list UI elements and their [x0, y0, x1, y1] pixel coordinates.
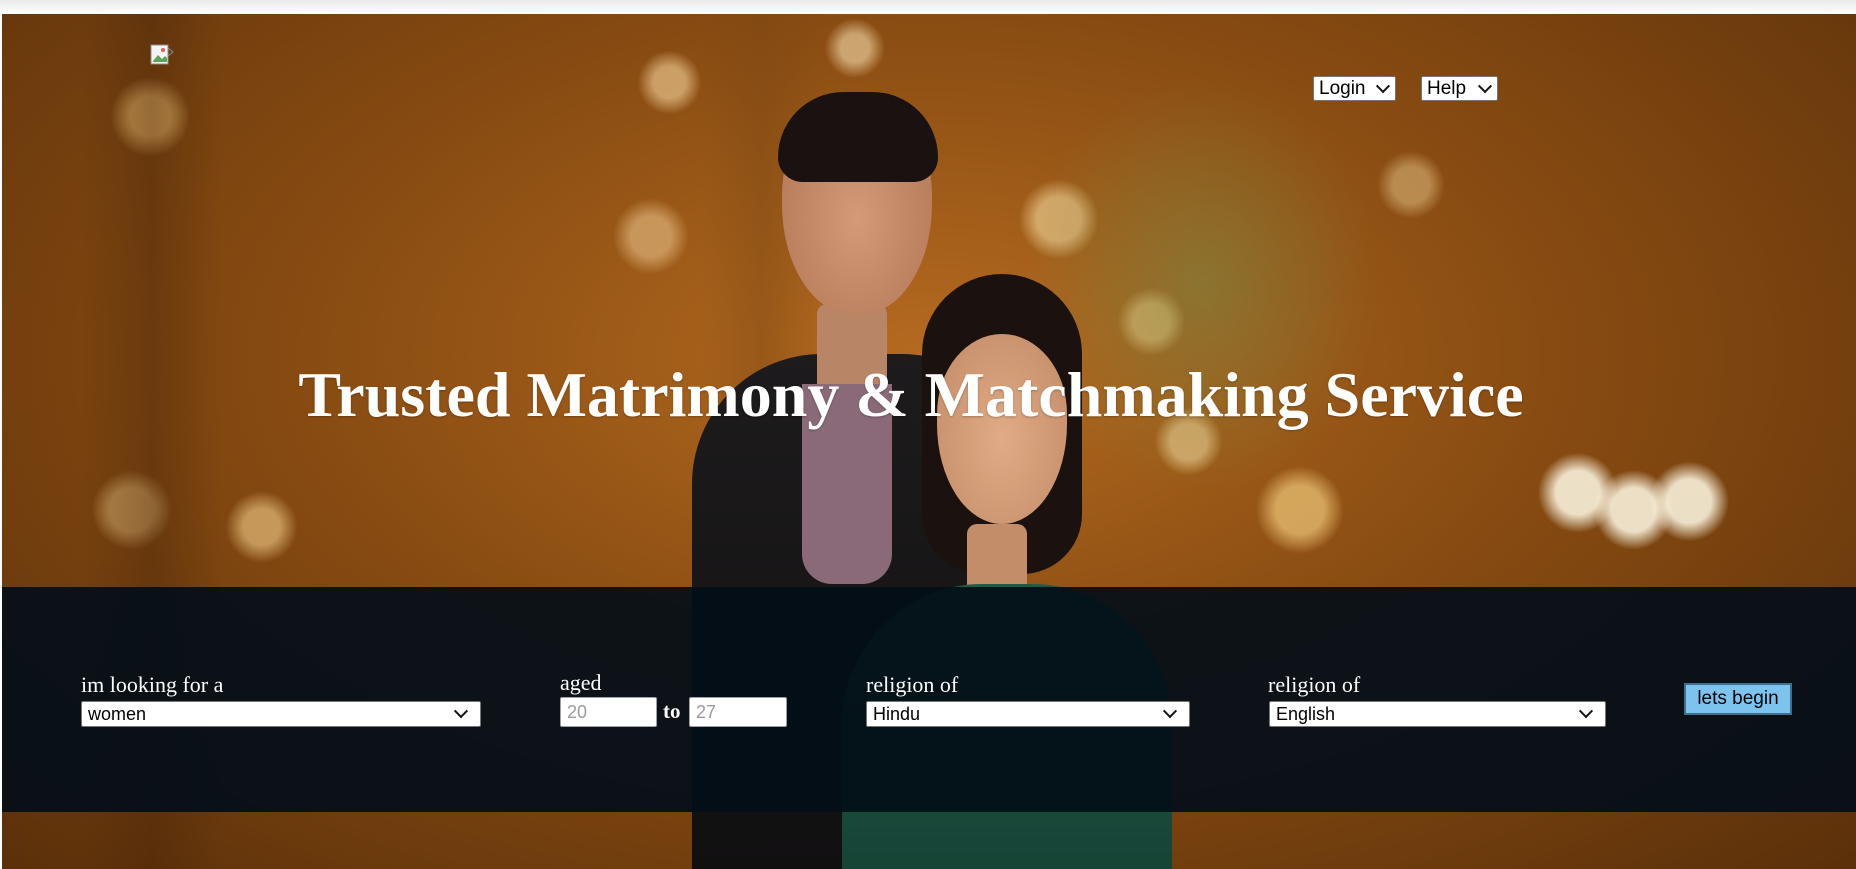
- age-to-input[interactable]: 27: [689, 697, 787, 727]
- religion-label: religion of: [866, 672, 959, 697]
- religion-select[interactable]: Hindu: [866, 701, 1190, 727]
- looking-for-label: im looking for a: [81, 672, 224, 697]
- chevron-down-icon: [1375, 78, 1391, 93]
- hero-headline: Trusted Matrimony & Matchmaking Service: [298, 359, 1524, 430]
- help-dropdown[interactable]: Help: [1421, 76, 1498, 101]
- language-value: English: [1276, 703, 1336, 724]
- chevron-down-icon: [1578, 704, 1594, 719]
- age-from-placeholder: 20: [567, 701, 588, 722]
- login-label: Login: [1319, 77, 1366, 99]
- looking-for-select[interactable]: women: [81, 701, 481, 727]
- chevron-down-icon: [453, 704, 469, 719]
- page-top-strip: [0, 0, 1856, 14]
- age-to-label: to: [663, 699, 681, 723]
- age-to-placeholder: 27: [696, 701, 717, 722]
- chevron-down-icon: [1477, 78, 1493, 93]
- age-from-input[interactable]: 20: [560, 697, 657, 727]
- help-label: Help: [1427, 77, 1467, 99]
- man-hair: [778, 92, 938, 182]
- looking-for-value: women: [88, 703, 147, 724]
- religion-value: Hindu: [873, 703, 921, 724]
- broken-image-icon[interactable]: [150, 44, 176, 68]
- login-dropdown[interactable]: Login: [1313, 76, 1396, 101]
- chevron-down-icon: [1162, 704, 1178, 719]
- aged-label: aged: [560, 670, 602, 695]
- search-panel: [2, 587, 1856, 812]
- lets-begin-button[interactable]: lets begin: [1684, 683, 1792, 715]
- language-label: religion of: [1268, 672, 1361, 697]
- language-select[interactable]: English: [1269, 701, 1606, 727]
